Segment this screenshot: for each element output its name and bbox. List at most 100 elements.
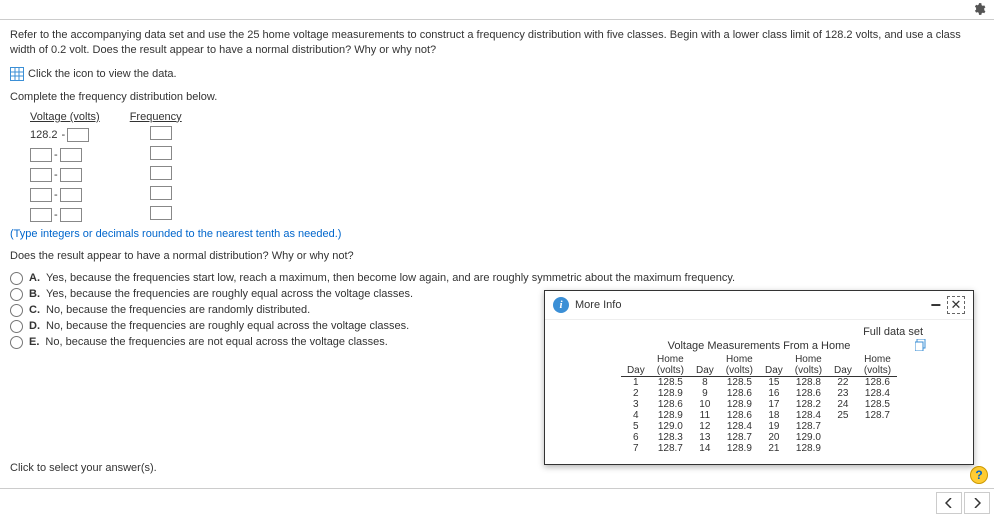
cell: 128.7 xyxy=(789,421,828,432)
cell: 128.9 xyxy=(651,388,690,399)
col-header: Day xyxy=(828,365,858,377)
cell: 25 xyxy=(828,410,858,421)
cell: 2 xyxy=(621,388,651,399)
mc-option[interactable]: A.Yes, because the frequencies start low… xyxy=(10,272,984,285)
fixed-lower: 128.2 xyxy=(30,129,58,141)
cell: 128.3 xyxy=(651,432,690,443)
voltage-upper-input[interactable] xyxy=(60,148,82,162)
gear-icon[interactable] xyxy=(972,2,986,19)
group-header: Home xyxy=(789,354,828,365)
mc-radio[interactable] xyxy=(10,336,23,349)
table-row: 3128.610128.917128.224128.5 xyxy=(621,399,897,410)
top-bar xyxy=(0,0,994,20)
cell: 20 xyxy=(759,432,789,443)
cell: 128.6 xyxy=(789,388,828,399)
frequency-input[interactable] xyxy=(150,186,172,200)
voltage-lower-input[interactable] xyxy=(30,208,52,222)
mc-text: No, because the frequencies are roughly … xyxy=(46,320,409,332)
nav-bar xyxy=(0,488,994,516)
cell: 129.0 xyxy=(651,421,690,432)
col-header: Day xyxy=(621,365,651,377)
mc-radio[interactable] xyxy=(10,304,23,317)
cell xyxy=(858,443,897,454)
select-hint: Click to select your answer(s). xyxy=(10,462,157,474)
table-row: - xyxy=(30,146,984,164)
cell: 17 xyxy=(759,399,789,410)
cell: 10 xyxy=(690,399,720,410)
table-row: 128.2 - xyxy=(30,126,984,144)
cell: 128.9 xyxy=(651,410,690,421)
table-row: - xyxy=(30,166,984,184)
prev-button[interactable] xyxy=(936,492,962,514)
table-row: 1128.58128.515128.822128.6 xyxy=(621,377,897,389)
table-row: 7128.714128.921128.9 xyxy=(621,443,897,454)
cell: 4 xyxy=(621,410,651,421)
data-table: HomeHomeHomeHome Day(volts)Day(volts)Day… xyxy=(621,354,897,454)
frequency-input[interactable] xyxy=(150,206,172,220)
mc-radio[interactable] xyxy=(10,272,23,285)
mc-letter: C. xyxy=(29,304,40,316)
cell: 18 xyxy=(759,410,789,421)
cell: 6 xyxy=(621,432,651,443)
voltage-upper-input[interactable] xyxy=(60,188,82,202)
full-data-link[interactable]: Full data set xyxy=(555,326,963,338)
voltage-lower-input[interactable] xyxy=(30,168,52,182)
cell: 128.9 xyxy=(789,443,828,454)
mc-radio[interactable] xyxy=(10,320,23,333)
cell: 128.5 xyxy=(651,377,690,389)
cell: 129.0 xyxy=(789,432,828,443)
table-row: 4128.911128.618128.425128.7 xyxy=(621,410,897,421)
cell: 128.9 xyxy=(720,399,759,410)
cell: 128.6 xyxy=(720,388,759,399)
cell: 128.6 xyxy=(651,399,690,410)
popup-body: Full data set Voltage Measurements From … xyxy=(545,319,973,464)
cell: 128.5 xyxy=(858,399,897,410)
col-header: Day xyxy=(690,365,720,377)
col-header: (volts) xyxy=(789,365,828,377)
voltage-lower-input[interactable] xyxy=(30,188,52,202)
more-info-popup: i More Info − ✕ Full data set Voltage Me… xyxy=(544,290,974,465)
copy-icon[interactable] xyxy=(915,339,927,351)
popup-title: More Info xyxy=(575,299,621,311)
cell: 128.6 xyxy=(858,377,897,389)
frequency-input[interactable] xyxy=(150,166,172,180)
cell: 7 xyxy=(621,443,651,454)
cell: 128.4 xyxy=(789,410,828,421)
frequency-input[interactable] xyxy=(150,146,172,160)
table-row: 5129.012128.419128.7 xyxy=(621,421,897,432)
col-voltage: Voltage (volts) xyxy=(30,111,100,124)
cell: 3 xyxy=(621,399,651,410)
cell: 11 xyxy=(690,410,720,421)
cell: 128.4 xyxy=(720,421,759,432)
mc-radio[interactable] xyxy=(10,288,23,301)
voltage-upper-input[interactable] xyxy=(60,168,82,182)
mc-letter: D. xyxy=(29,320,40,332)
voltage-upper-input[interactable] xyxy=(60,208,82,222)
voltage-upper-input[interactable] xyxy=(67,128,89,142)
table-row: 6128.313128.720129.0 xyxy=(621,432,897,443)
cell: 128.7 xyxy=(651,443,690,454)
cell: 1 xyxy=(621,377,651,389)
type-hint: (Type integers or decimals rounded to th… xyxy=(10,228,984,240)
col-header: (volts) xyxy=(858,365,897,377)
mc-text: Yes, because the frequencies start low, … xyxy=(46,272,735,284)
close-button[interactable]: ✕ xyxy=(947,296,965,314)
help-button[interactable]: ? xyxy=(970,466,988,484)
frequency-input[interactable] xyxy=(150,126,172,140)
table-row: - xyxy=(30,186,984,204)
cell: 128.9 xyxy=(720,443,759,454)
cell xyxy=(828,432,858,443)
voltage-lower-input[interactable] xyxy=(30,148,52,162)
next-button[interactable] xyxy=(964,492,990,514)
group-header: Home xyxy=(858,354,897,365)
table-row: 2128.99128.616128.623128.4 xyxy=(621,388,897,399)
view-data-row[interactable]: Click the icon to view the data. xyxy=(10,67,984,81)
cell: 128.4 xyxy=(858,388,897,399)
cell xyxy=(828,443,858,454)
cell: 128.6 xyxy=(720,410,759,421)
cell: 15 xyxy=(759,377,789,389)
minimize-button[interactable]: − xyxy=(930,295,941,316)
cell: 8 xyxy=(690,377,720,389)
complete-hint: Complete the frequency distribution belo… xyxy=(10,91,984,103)
cell: 128.8 xyxy=(789,377,828,389)
